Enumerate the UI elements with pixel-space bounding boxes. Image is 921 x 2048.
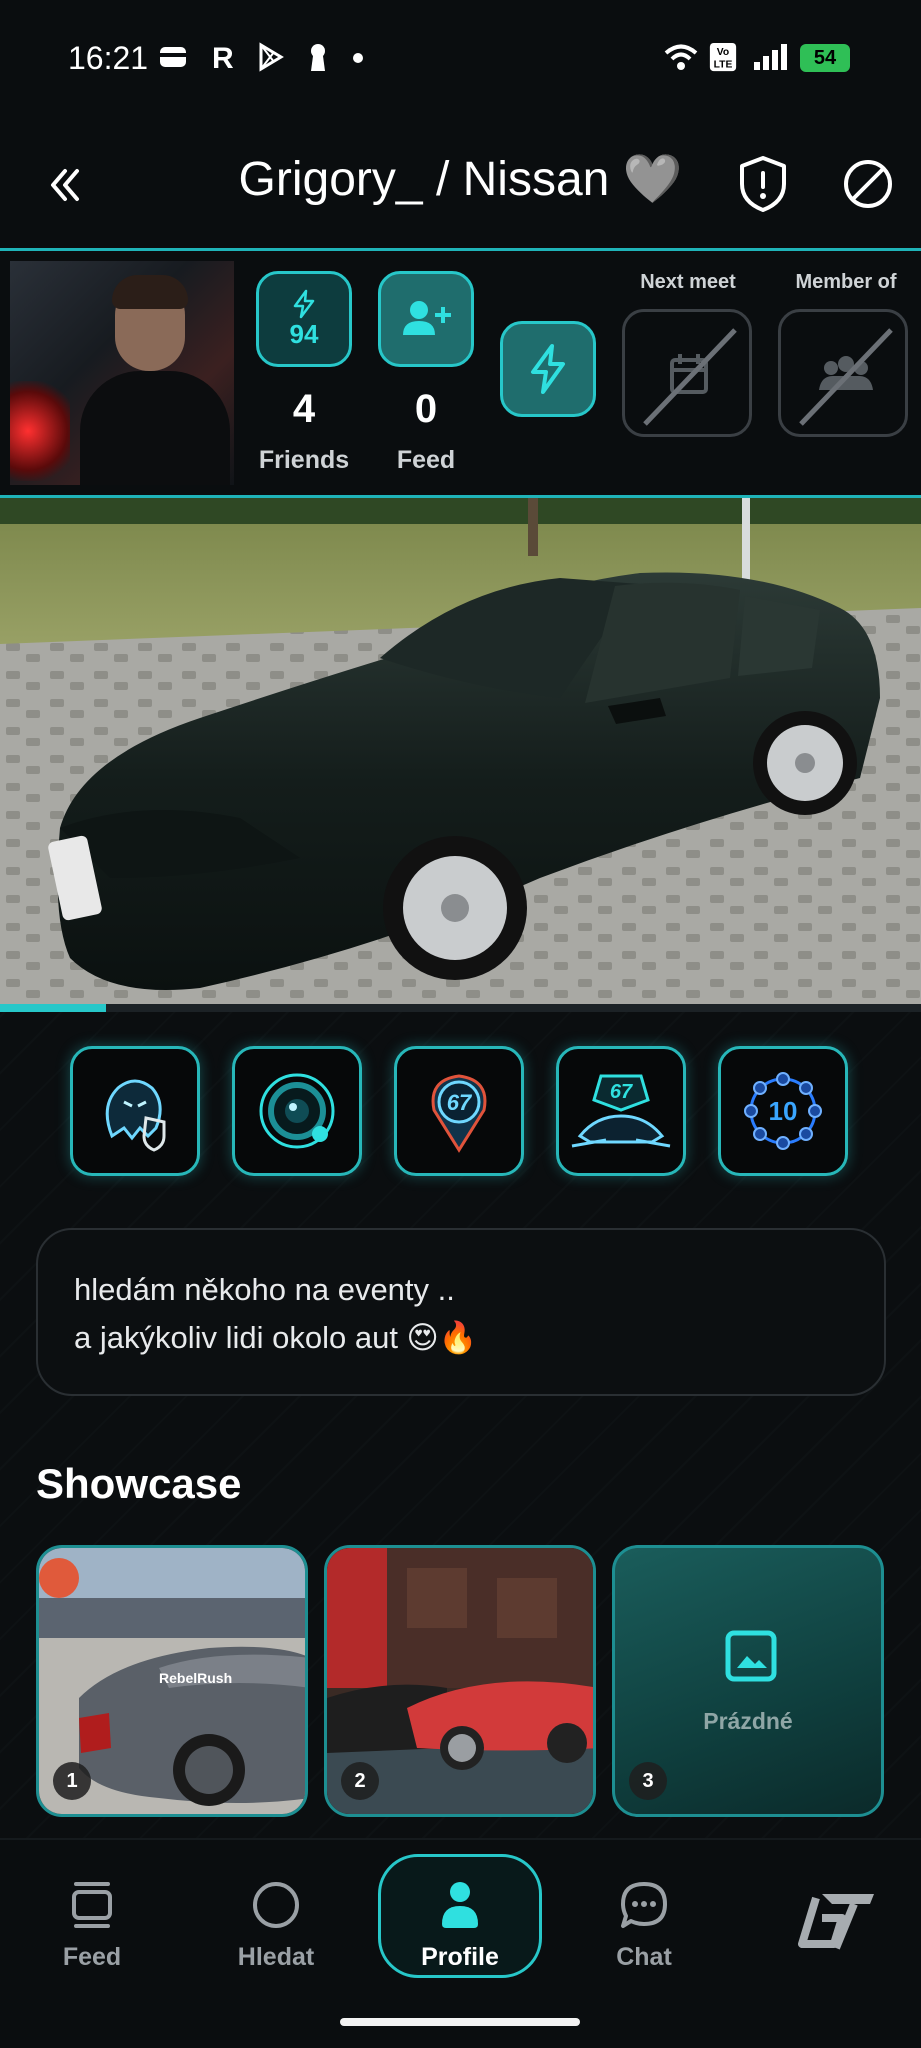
tile-number: 1 [53, 1762, 91, 1800]
nav-label: Profile [421, 1943, 499, 1971]
showcase-tile-2[interactable]: 2 [324, 1545, 596, 1817]
svg-text:LTE: LTE [714, 59, 733, 70]
spark-button[interactable] [500, 321, 596, 417]
signal-icon [754, 44, 787, 70]
nav-item-feed[interactable]: Feed [22, 1880, 162, 1972]
svg-text:R: R [212, 42, 234, 72]
nav-label: Chat [616, 1943, 672, 1971]
volte-icon: VoLTE [709, 42, 737, 72]
nav-item-profile[interactable]: Profile [390, 1880, 530, 1972]
dot-icon [353, 53, 363, 63]
showcase-tile-3[interactable]: Prázdné 3 [612, 1545, 884, 1817]
svg-text:67: 67 [447, 1090, 473, 1115]
group-disabled-icon [799, 328, 893, 426]
nav-item-chat[interactable]: Chat [574, 1880, 714, 1972]
energy-score: 94 [289, 318, 319, 349]
lightning-icon [531, 344, 565, 394]
report-button[interactable] [736, 154, 790, 214]
showcase-title: Showcase [36, 1460, 242, 1507]
bottom-navigation: Feed Hledat Profile Chat [0, 1838, 921, 2048]
photo-progress-fill [0, 1004, 106, 1012]
member-of-label: Member of [795, 271, 897, 293]
avatar[interactable] [10, 261, 234, 485]
badge-1[interactable] [70, 1046, 200, 1176]
play-store-icon [259, 42, 284, 72]
home-indicator[interactable] [340, 2018, 580, 2026]
profile-icon [442, 1882, 478, 1928]
bio-line-1: hledám někoho na eventy .. [74, 1272, 455, 1307]
header: Grigory_ / Nissan 🩶 [0, 120, 921, 250]
shield-alert-icon [740, 156, 786, 212]
next-meet-empty[interactable] [622, 309, 752, 437]
profile-summary: 94 4 Friends 0 Feed Next meet Member of [0, 248, 921, 498]
member-of-empty[interactable] [778, 309, 908, 437]
block-icon [844, 160, 892, 208]
r-app-icon: R [212, 42, 234, 72]
camera-lens-badge-icon [259, 1073, 335, 1149]
car-photo[interactable] [0, 498, 921, 1010]
add-friend-button[interactable] [378, 271, 474, 367]
feed-icon [72, 1882, 112, 1928]
showcase-tile-1[interactable]: RebelRush 1 [36, 1545, 308, 1817]
status-time: 16:21 [68, 40, 149, 76]
67-car-badge-icon: 67 [571, 1074, 671, 1148]
calendar-disabled-icon [643, 328, 737, 426]
friends-count[interactable]: 4 [249, 387, 359, 432]
chat-icon [621, 1882, 667, 1928]
image-placeholder-icon [725, 1630, 777, 1682]
nav-label: Feed [62, 1943, 122, 1971]
svg-text:10: 10 [769, 1096, 798, 1126]
svg-text:RebelRush: RebelRush [159, 1670, 232, 1686]
car-image [0, 498, 921, 1010]
feed-count[interactable]: 0 [371, 387, 481, 432]
67-logo-icon [798, 1894, 874, 1950]
next-meet-label: Next meet [640, 271, 736, 293]
block-button[interactable] [840, 156, 896, 212]
nav-label: Hledat [237, 1943, 315, 1971]
energy-score-button[interactable]: 94 [256, 271, 352, 367]
keyhole-icon [311, 44, 325, 71]
bio-card: hledám někoho na eventy .. a jakýkoliv l… [36, 1228, 886, 1396]
nav-item-search[interactable]: Hledat [206, 1880, 346, 1972]
badge-2[interactable] [232, 1046, 362, 1176]
tile-number: 2 [341, 1762, 379, 1800]
search-icon [253, 1882, 299, 1928]
friends-label[interactable]: Friends [244, 446, 364, 475]
badge-3[interactable]: 67 [394, 1046, 524, 1176]
10-friends-badge-icon: 10 [744, 1072, 822, 1150]
wallet-icon [160, 47, 186, 67]
badge-4[interactable]: 67 [556, 1046, 686, 1176]
battery-indicator: 54 [800, 44, 850, 72]
svg-text:Vo: Vo [717, 47, 729, 58]
feed-label[interactable]: Feed [366, 446, 486, 475]
tile-number: 3 [629, 1762, 667, 1800]
status-bar: 16:21 R Vo LTE 54 [0, 0, 921, 120]
badge-5[interactable]: 10 [718, 1046, 848, 1176]
ghost-shield-badge-icon [105, 1079, 166, 1152]
photo-progress-bar [0, 1004, 921, 1012]
67-pin-badge-icon: 67 [431, 1074, 487, 1153]
wifi-icon [664, 44, 698, 70]
bio-line-2: a jakýkoliv lidi okolo aut 😍🔥 [74, 1320, 478, 1355]
svg-text:67: 67 [610, 1081, 633, 1103]
lightning-icon [293, 289, 315, 318]
add-friend-icon [403, 301, 451, 335]
empty-label: Prázdné [703, 1708, 793, 1734]
brand-logo[interactable] [782, 1884, 878, 1959]
